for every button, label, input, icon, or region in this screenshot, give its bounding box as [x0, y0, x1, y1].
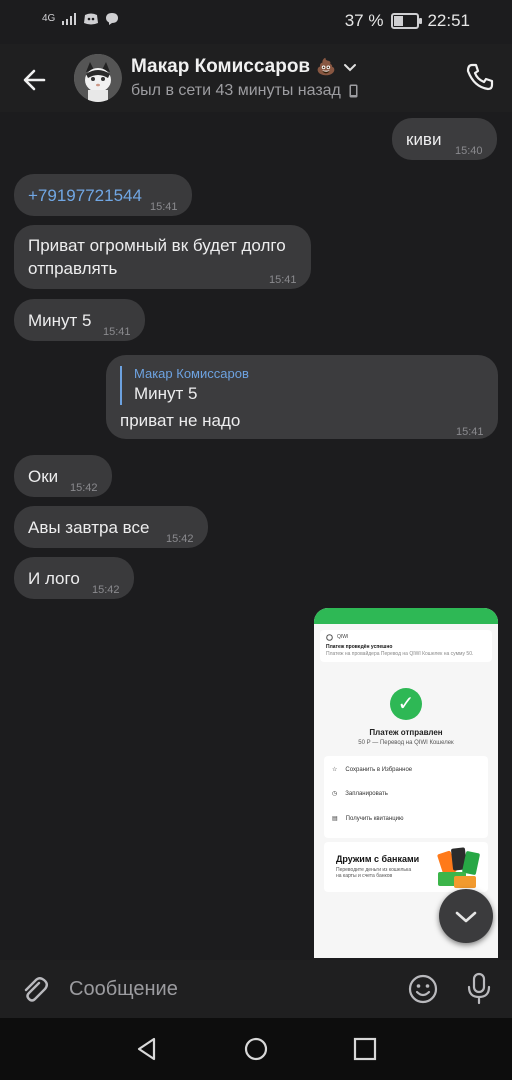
- message-time: 15:42: [70, 482, 98, 494]
- nav-recents-icon[interactable]: [352, 1036, 378, 1062]
- message-text: Авы завтра все: [28, 518, 150, 537]
- status-bar: 4G 37 % 22:51: [0, 0, 512, 44]
- chat-notification-icon: [106, 13, 119, 25]
- avatar[interactable]: [74, 54, 122, 102]
- message-time: 15:41: [269, 274, 297, 286]
- message-text: приват не надо: [120, 411, 241, 430]
- payment-status-sub: 50 Р — Перевод на QIWI Кошелек: [358, 740, 454, 746]
- last-seen: был в сети 43 минуты назад: [131, 82, 358, 100]
- menu-item-label: Запланировать: [345, 790, 388, 797]
- notice-text: Платеж на провайдера Перевод на QIWI Кош…: [326, 651, 474, 657]
- contact-name-text: Макар Комиссаров: [131, 56, 311, 77]
- nav-back-icon[interactable]: [134, 1036, 160, 1062]
- message-text: Минут 5: [28, 311, 92, 330]
- status-right: 37 % 22:51: [345, 11, 470, 31]
- clock: 22:51: [427, 11, 470, 30]
- signal-icon: [62, 12, 77, 25]
- scroll-down-button[interactable]: [439, 889, 493, 943]
- message-time: 15:41: [150, 201, 178, 213]
- system-nav-bar: [0, 1018, 512, 1080]
- message-outgoing[interactable]: киви 15:40: [392, 118, 497, 160]
- qiwi-app-label: QIWI: [337, 634, 349, 640]
- message-incoming[interactable]: Минут 5 15:41: [14, 299, 145, 341]
- payment-status-title: Платеж отправлен: [369, 728, 443, 737]
- menu-item-label: Получить квитанцию: [345, 815, 404, 822]
- banks-text: Переводите деньги из кошелька на карты и…: [336, 867, 412, 879]
- message-text-line: Приват огромный вк будет долго: [28, 236, 286, 255]
- check-icon: ✓: [390, 688, 422, 720]
- message-incoming[interactable]: Оки 15:42: [14, 455, 112, 497]
- message-time: 15:40: [455, 145, 483, 157]
- message-outgoing-reply[interactable]: Макар Комиссаров Минут 5 приват не надо …: [106, 355, 498, 439]
- menu-item-label: Сохранить в Избранное: [345, 766, 413, 773]
- message-incoming[interactable]: +79197721544 15:41: [14, 174, 192, 216]
- poop-emoji: 💩: [316, 59, 337, 76]
- chat-header: Макар Комиссаров 💩 был в сети 43 минуты …: [0, 44, 512, 112]
- back-arrow-icon[interactable]: [18, 64, 50, 96]
- menu-item: ☆ Сохранить в Избранное: [332, 766, 413, 774]
- last-seen-text: был в сети 43 минуты назад: [131, 82, 341, 99]
- chevron-down-icon[interactable]: [342, 61, 358, 73]
- network-label: 4G: [42, 13, 56, 24]
- mobile-icon: [349, 84, 358, 98]
- message-incoming[interactable]: И лого 15:42: [14, 557, 134, 599]
- message-input[interactable]: Сообщение: [69, 978, 178, 1001]
- battery-icon: [391, 13, 423, 29]
- emoji-icon[interactable]: [407, 973, 439, 1005]
- microphone-icon[interactable]: [464, 972, 494, 1006]
- message-time: 15:41: [456, 426, 484, 438]
- phone-link[interactable]: +79197721544: [28, 186, 142, 205]
- discord-icon: [84, 13, 99, 24]
- reply-text: Минут 5: [134, 384, 198, 403]
- notice-title: Платеж проведён успешно: [326, 644, 393, 650]
- status-left: 4G: [42, 12, 119, 25]
- battery-percent: 37 %: [344, 11, 384, 30]
- message-time: 15:42: [92, 584, 120, 596]
- message-text: И лого: [28, 569, 80, 588]
- message-incoming[interactable]: Приват огромный вк будет долго отправлят…: [14, 225, 311, 289]
- message-text: Оки: [28, 467, 59, 486]
- chevron-down-icon: [455, 911, 477, 923]
- qiwi-logo-icon: [326, 634, 333, 641]
- menu-item: ▤ Получить квитанцию: [332, 815, 404, 823]
- attach-icon[interactable]: [18, 974, 50, 1006]
- message-input-bar: Сообщение: [0, 960, 512, 1018]
- image-notice: QIWI Платеж проведён успешно Платеж на п…: [320, 630, 492, 662]
- image-header-bar: [314, 608, 498, 624]
- contact-name[interactable]: Макар Комиссаров 💩: [131, 56, 358, 78]
- money-illustration: [437, 847, 480, 888]
- banks-title: Дружим с банками: [336, 854, 420, 864]
- banks-promo: Дружим с банками Переводите деньги из ко…: [324, 842, 488, 892]
- message-time: 15:42: [166, 533, 194, 545]
- message-time: 15:41: [103, 326, 131, 338]
- message-text: киви: [406, 130, 442, 149]
- nav-home-icon[interactable]: [243, 1036, 269, 1062]
- phone-icon[interactable]: [464, 61, 496, 93]
- message-incoming[interactable]: Авы завтра все 15:42: [14, 506, 208, 548]
- reply-author: Макар Комиссаров: [134, 366, 249, 381]
- clock-icon: ◷: [332, 791, 338, 797]
- star-icon: ☆: [332, 767, 338, 773]
- payment-actions: ☆ Сохранить в Избранное ◷ Запланировать ▤ П…: [324, 756, 488, 838]
- menu-item: ◷ Запланировать: [332, 790, 388, 798]
- reply-quote[interactable]: Макар Комиссаров Минут 5: [120, 366, 498, 405]
- receipt-icon: ▤: [332, 816, 338, 822]
